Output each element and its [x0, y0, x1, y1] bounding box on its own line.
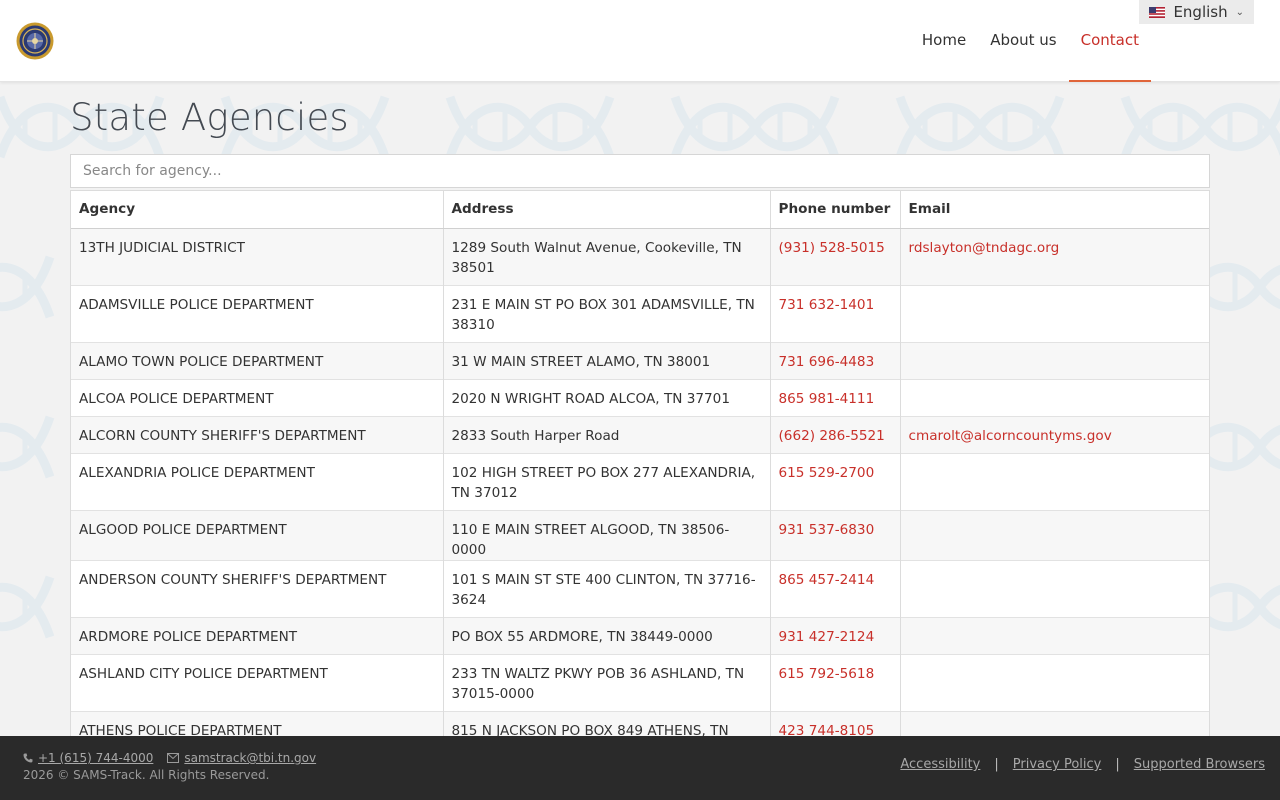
- address-cell: 102 HIGH STREET PO BOX 277 ALEXANDRIA, T…: [443, 452, 771, 510]
- phone-link[interactable]: (662) 286-5521: [779, 428, 885, 444]
- phone-cell: 931 427-2124: [770, 616, 901, 654]
- email-cell: [900, 284, 1209, 342]
- agency-cell: ALGOOD POLICE DEPARTMENT: [71, 509, 444, 560]
- language-label: English: [1173, 3, 1228, 21]
- phone-link[interactable]: 865 981-4111: [779, 391, 875, 407]
- footer-link-privacy-policy[interactable]: Privacy Policy: [1013, 757, 1102, 772]
- footer-links: Accessibility | Privacy Policy | Support…: [900, 757, 1265, 772]
- phone-link[interactable]: 731 696-4483: [779, 354, 875, 370]
- table-row: ALCOA POLICE DEPARTMENT 2020 N WRIGHT RO…: [71, 378, 1209, 416]
- phone-cell: 615 529-2700: [770, 452, 901, 510]
- us-flag-icon: [1149, 6, 1166, 18]
- email-cell: [900, 452, 1209, 510]
- agency-table: Agency Address Phone number Email 13TH J…: [71, 191, 1209, 768]
- phone-link[interactable]: 615 792-5618: [779, 666, 875, 682]
- column-header-address[interactable]: Address: [443, 191, 771, 229]
- email-cell: cmarolt@alcorncountyms.gov: [900, 415, 1209, 453]
- table-row: ALCORN COUNTY SHERIFF'S DEPARTMENT 2833 …: [71, 415, 1209, 453]
- envelope-icon: [167, 753, 180, 763]
- language-selector[interactable]: English ⌄: [1139, 0, 1254, 24]
- footer-link-supported-browsers[interactable]: Supported Browsers: [1134, 757, 1265, 772]
- table-row: ARDMORE POLICE DEPARTMENT PO BOX 55 ARDM…: [71, 616, 1209, 654]
- table-row: ALEXANDRIA POLICE DEPARTMENT 102 HIGH ST…: [71, 452, 1209, 510]
- address-cell: 231 E MAIN ST PO BOX 301 ADAMSVILLE, TN …: [443, 284, 771, 342]
- phone-icon: [23, 753, 33, 763]
- nav-about-us[interactable]: About us: [978, 0, 1068, 82]
- agency-search-input[interactable]: [70, 154, 1210, 188]
- email-cell: [900, 378, 1209, 416]
- email-cell: [900, 653, 1209, 711]
- address-cell: 233 TN WALTZ PKWY POB 36 ASHLAND, TN 370…: [443, 653, 771, 711]
- footer-email-link[interactable]: samstrack@tbi.tn.gov: [184, 751, 316, 765]
- column-header-email[interactable]: Email: [900, 191, 1209, 229]
- agency-cell: ADAMSVILLE POLICE DEPARTMENT: [71, 284, 444, 342]
- address-cell: 110 E MAIN STREET ALGOOD, TN 38506-0000: [443, 509, 771, 560]
- table-row: ASHLAND CITY POLICE DEPARTMENT 233 TN WA…: [71, 653, 1209, 711]
- site-footer: +1 (615) 744-4000 samstrack@tbi.tn.gov 2…: [0, 736, 1280, 800]
- phone-link[interactable]: 865 457-2414: [779, 572, 875, 588]
- phone-cell: 731 632-1401: [770, 284, 901, 342]
- phone-cell: 865 981-4111: [770, 378, 901, 416]
- address-cell: 1289 South Walnut Avenue, Cookeville, TN…: [443, 227, 771, 285]
- email-link[interactable]: rdslayton@tndagc.org: [909, 240, 1060, 256]
- address-cell: 101 S MAIN ST STE 400 CLINTON, TN 37716-…: [443, 559, 771, 617]
- email-cell: [900, 341, 1209, 379]
- phone-link[interactable]: (931) 528-5015: [779, 240, 885, 256]
- address-cell: 31 W MAIN STREET ALAMO, TN 38001: [443, 341, 771, 379]
- agency-cell: ALAMO TOWN POLICE DEPARTMENT: [71, 341, 444, 379]
- email-cell: rdslayton@tndagc.org: [900, 227, 1209, 285]
- agency-cell: 13TH JUDICIAL DISTRICT: [71, 227, 444, 285]
- table-row: ADAMSVILLE POLICE DEPARTMENT 231 E MAIN …: [71, 284, 1209, 342]
- footer-separator: |: [1115, 757, 1120, 772]
- table-row: ALGOOD POLICE DEPARTMENT 110 E MAIN STRE…: [71, 509, 1209, 560]
- phone-cell: (662) 286-5521: [770, 415, 901, 453]
- phone-cell: 731 696-4483: [770, 341, 901, 379]
- footer-link-accessibility[interactable]: Accessibility: [900, 757, 980, 772]
- agency-cell: ANDERSON COUNTY SHERIFF'S DEPARTMENT: [71, 559, 444, 617]
- nav-home[interactable]: Home: [910, 0, 978, 82]
- agency-cell: ASHLAND CITY POLICE DEPARTMENT: [71, 653, 444, 711]
- email-link[interactable]: cmarolt@alcorncountyms.gov: [909, 428, 1112, 444]
- phone-link[interactable]: 615 529-2700: [779, 465, 875, 481]
- agency-cell: ALCOA POLICE DEPARTMENT: [71, 378, 444, 416]
- column-header-agency[interactable]: Agency: [71, 191, 444, 229]
- footer-contact-block: +1 (615) 744-4000 samstrack@tbi.tn.gov 2…: [23, 751, 316, 782]
- copyright-text: 2026 © SAMS-Track. All Rights Reserved.: [23, 768, 270, 782]
- agency-cell: ALEXANDRIA POLICE DEPARTMENT: [71, 452, 444, 510]
- phone-link[interactable]: 931 537-6830: [779, 522, 875, 538]
- phone-link[interactable]: 731 632-1401: [779, 297, 875, 313]
- table-row: ALAMO TOWN POLICE DEPARTMENT 31 W MAIN S…: [71, 341, 1209, 379]
- chevron-down-icon: ⌄: [1235, 6, 1244, 18]
- agency-cell: ALCORN COUNTY SHERIFF'S DEPARTMENT: [71, 415, 444, 453]
- footer-phone-link[interactable]: +1 (615) 744-4000: [38, 751, 153, 765]
- table-header-row: Agency Address Phone number Email: [71, 191, 1209, 229]
- main-content: State Agencies Agency Address Phone numb…: [70, 82, 1210, 769]
- column-header-phone[interactable]: Phone number: [770, 191, 901, 229]
- footer-separator: |: [994, 757, 999, 772]
- phone-cell: 931 537-6830: [770, 509, 901, 560]
- email-cell: [900, 559, 1209, 617]
- phone-cell: 865 457-2414: [770, 559, 901, 617]
- main-nav: Home About us Contact: [910, 0, 1151, 82]
- email-cell: [900, 616, 1209, 654]
- email-cell: [900, 509, 1209, 560]
- page-title: State Agencies: [70, 96, 349, 139]
- site-header: Home About us Contact English ⌄: [0, 0, 1280, 82]
- address-cell: 2020 N WRIGHT ROAD ALCOA, TN 37701: [443, 378, 771, 416]
- address-cell: PO BOX 55 ARDMORE, TN 38449-0000: [443, 616, 771, 654]
- table-row: ANDERSON COUNTY SHERIFF'S DEPARTMENT 101…: [71, 559, 1209, 617]
- table-row: 13TH JUDICIAL DISTRICT 1289 South Walnut…: [71, 227, 1209, 285]
- agency-cell: ARDMORE POLICE DEPARTMENT: [71, 616, 444, 654]
- phone-link[interactable]: 931 427-2124: [779, 629, 875, 645]
- phone-cell: 615 792-5618: [770, 653, 901, 711]
- agency-table-container: Agency Address Phone number Email 13TH J…: [70, 190, 1210, 769]
- agency-seal-logo[interactable]: [16, 22, 54, 60]
- phone-cell: (931) 528-5015: [770, 227, 901, 285]
- address-cell: 2833 South Harper Road: [443, 415, 771, 453]
